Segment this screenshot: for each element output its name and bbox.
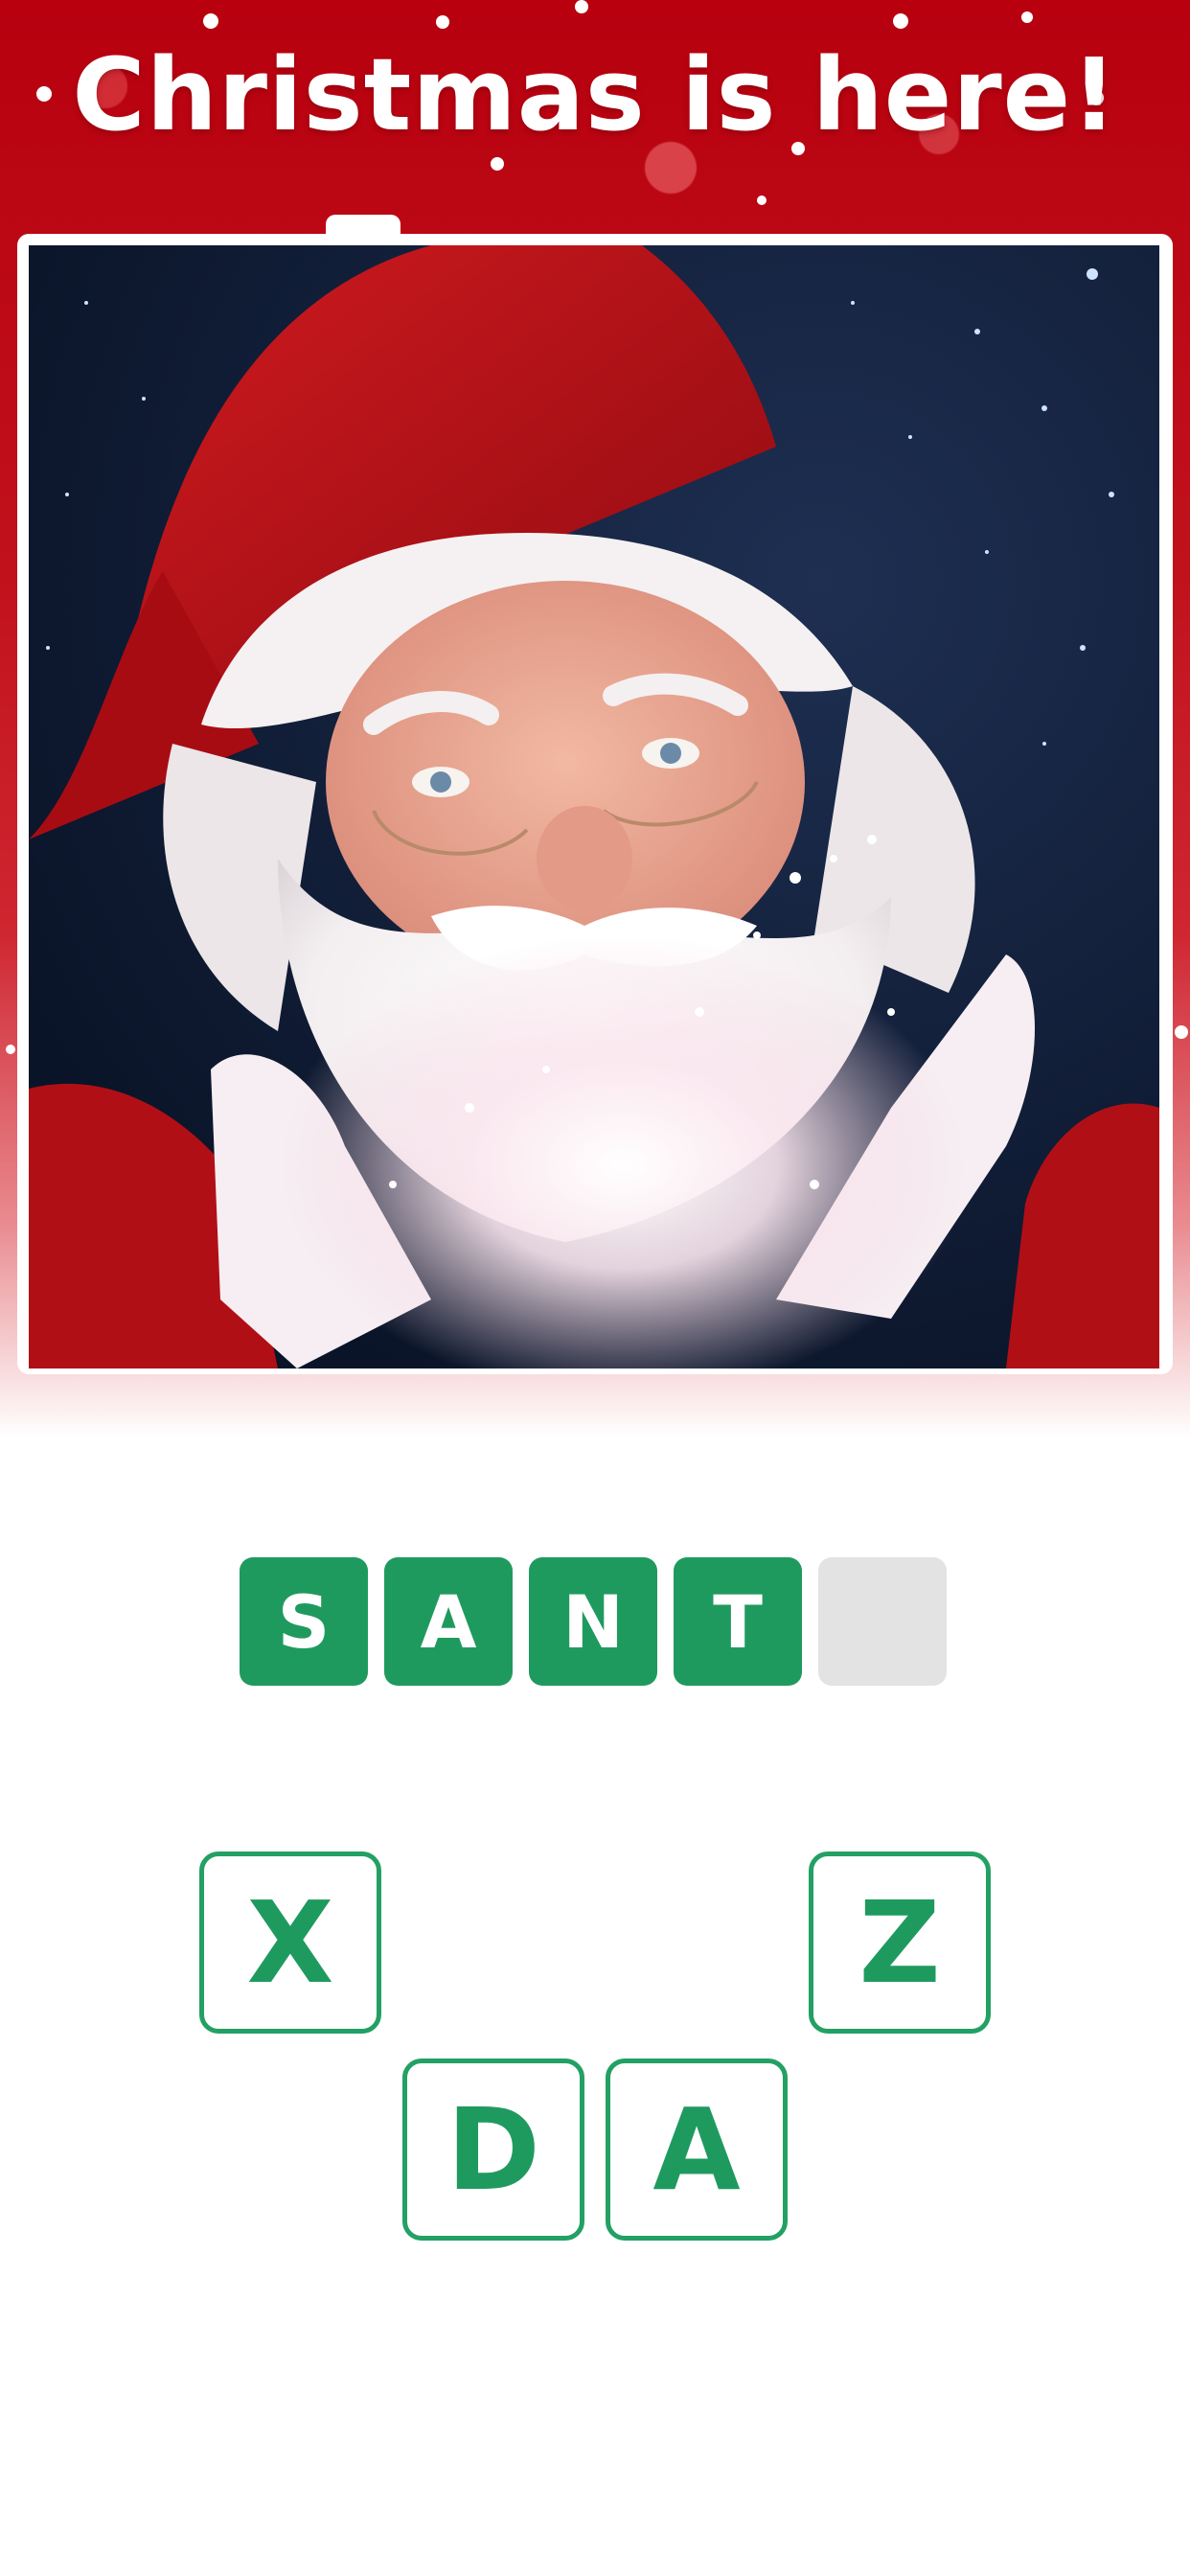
snow-dot <box>203 13 218 29</box>
answer-row: S A N T <box>240 1557 949 1686</box>
snow-dot <box>893 13 908 29</box>
snow-dot <box>1021 12 1033 23</box>
answer-slot-letter: T <box>713 1578 763 1665</box>
letter-tile-z[interactable]: Z <box>809 1852 991 2034</box>
puzzle-image <box>29 245 1159 1368</box>
answer-slot-1[interactable]: S <box>240 1557 368 1686</box>
snow-dot <box>491 157 504 171</box>
game-screen: Christmas is here! S A N T X Z D A <box>0 0 1190 2576</box>
snow-dot <box>436 15 449 29</box>
answer-slot-letter: N <box>562 1578 624 1665</box>
answer-slot-3[interactable]: N <box>529 1557 657 1686</box>
answer-slot-letter: S <box>277 1578 331 1665</box>
letter-tile-label: D <box>446 2083 540 2216</box>
letter-tile-label: A <box>652 2083 741 2216</box>
letter-tile-label: Z <box>858 1876 941 2009</box>
answer-slot-4[interactable]: T <box>674 1557 802 1686</box>
snow-dot <box>6 1045 15 1054</box>
answer-slot-letter: A <box>420 1578 477 1665</box>
snow-dot <box>575 0 588 13</box>
answer-slot-2[interactable]: A <box>384 1557 513 1686</box>
letter-tile-x[interactable]: X <box>199 1852 381 2034</box>
letter-tile-a[interactable]: A <box>606 2058 788 2241</box>
letter-tile-label: X <box>246 1876 334 2009</box>
snow-dot <box>757 196 767 205</box>
letter-tile-d[interactable]: D <box>402 2058 584 2241</box>
page-title: Christmas is here! <box>72 36 1118 153</box>
answer-slot-5-empty[interactable] <box>818 1557 947 1686</box>
snow-dot <box>1175 1025 1188 1039</box>
